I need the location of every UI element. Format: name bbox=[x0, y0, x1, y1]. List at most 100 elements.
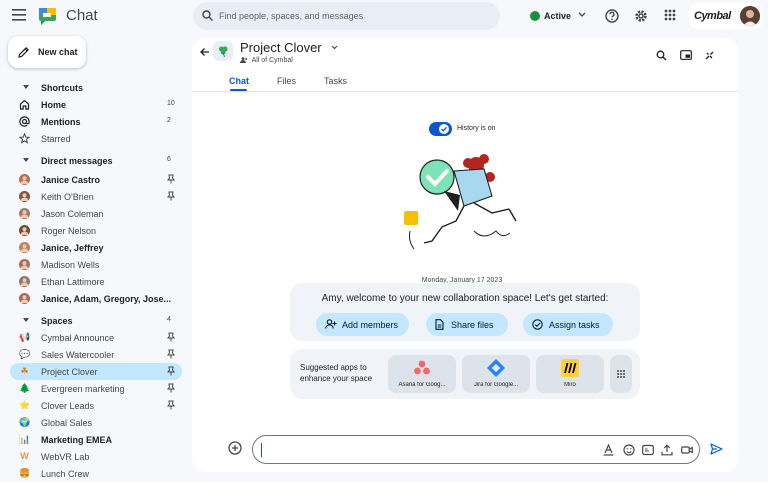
sidebar-item-label: Sales Watercooler bbox=[41, 350, 115, 360]
avatar bbox=[19, 208, 30, 219]
integrations-icon[interactable] bbox=[704, 50, 715, 61]
sidebar-item-label: Cymbal Announce bbox=[41, 333, 115, 343]
share-files-button[interactable]: Share files bbox=[426, 313, 508, 336]
upload-icon[interactable] bbox=[661, 444, 673, 456]
message-input[interactable] bbox=[252, 435, 700, 464]
task-icon bbox=[532, 319, 543, 330]
sidebar-item-label: Janice, Adam, Gregory, Jose... bbox=[41, 294, 171, 304]
search-in-space-icon[interactable] bbox=[656, 50, 667, 61]
pencil-icon bbox=[18, 46, 30, 58]
miro-icon bbox=[560, 358, 580, 378]
sidebar-space-sales-watercooler[interactable]: 💬 Sales Watercooler bbox=[10, 346, 182, 363]
pin-icon[interactable] bbox=[167, 191, 175, 201]
sidebar-dm-roger-nelson[interactable]: Roger Nelson bbox=[10, 222, 182, 239]
space-name[interactable]: Project Clover bbox=[240, 40, 322, 55]
pin-icon[interactable] bbox=[167, 366, 175, 376]
section-count: 4 bbox=[167, 316, 171, 323]
caret-down-icon bbox=[23, 158, 29, 162]
pin-icon[interactable] bbox=[167, 400, 175, 410]
sidebar-item-label: Madison Wells bbox=[41, 260, 100, 270]
pin-icon[interactable] bbox=[167, 332, 175, 342]
space-audience: All of Cymbal bbox=[251, 57, 293, 64]
chat-logo-icon[interactable] bbox=[37, 5, 59, 27]
asana-icon bbox=[412, 358, 432, 378]
text-caret bbox=[261, 443, 262, 457]
grid-icon bbox=[616, 369, 626, 379]
gif-icon[interactable] bbox=[642, 444, 654, 456]
asana-app-tile[interactable]: Asana for Goog... bbox=[388, 355, 456, 393]
add-members-label: Add members bbox=[342, 320, 399, 330]
sidebar-dm-ethan-lattimore[interactable]: Ethan Lattimore bbox=[10, 273, 182, 290]
sidebar-space-marketing-emea[interactable]: 📊 Marketing EMEA bbox=[10, 431, 182, 448]
sidebar-item-label: Roger Nelson bbox=[41, 226, 97, 236]
spaces-section-header[interactable]: Spaces 4 bbox=[0, 312, 192, 329]
avatar bbox=[19, 191, 30, 202]
format-text-icon[interactable] bbox=[603, 444, 614, 456]
add-members-button[interactable]: Add members bbox=[316, 313, 409, 336]
account-switcher[interactable]: Cymbal bbox=[689, 3, 762, 29]
welcome-illustration bbox=[404, 151, 524, 253]
shortcuts-section-header[interactable]: Shortcuts bbox=[0, 79, 192, 96]
history-label: History is on bbox=[457, 125, 496, 132]
sidebar-item-label: Mentions bbox=[41, 117, 81, 127]
video-call-icon[interactable] bbox=[681, 444, 693, 456]
group-icon bbox=[240, 57, 248, 63]
google-apps-grid-icon[interactable] bbox=[664, 9, 676, 21]
tab-chat[interactable]: Chat bbox=[229, 76, 249, 86]
main-menu-icon[interactable] bbox=[12, 9, 26, 21]
direct-messages-section-header[interactable]: Direct messages 6 bbox=[0, 152, 192, 169]
space-emoji-icon: 📢 bbox=[19, 332, 31, 342]
sidebar-space-cymbal-announce[interactable]: 📢 Cymbal Announce bbox=[10, 329, 182, 346]
sidebar-dm-janice-castro[interactable]: Janice Castro bbox=[10, 171, 182, 188]
file-icon bbox=[435, 319, 444, 330]
status-dot bbox=[530, 11, 540, 21]
sidebar-space-global-sales[interactable]: 🌍 Global Sales bbox=[10, 414, 182, 431]
add-plus-circle-icon[interactable] bbox=[228, 441, 242, 455]
sidebar-item-starred[interactable]: Starred bbox=[10, 130, 182, 147]
pin-icon[interactable] bbox=[167, 349, 175, 359]
search-placeholder: Find people, spaces, and messages bbox=[219, 11, 364, 21]
sidebar-item-label: Project Clover bbox=[41, 367, 98, 377]
unread-count: 10 bbox=[167, 100, 175, 107]
send-icon[interactable] bbox=[710, 443, 723, 455]
help-icon[interactable] bbox=[605, 9, 619, 23]
tab-files[interactable]: Files bbox=[277, 76, 296, 86]
status-selector[interactable]: Active bbox=[521, 4, 590, 28]
sidebar-space-clover-leads[interactable]: ⭐ Clover Leads bbox=[10, 397, 182, 414]
star-icon bbox=[19, 133, 30, 144]
emoji-icon[interactable] bbox=[623, 444, 635, 456]
search-bar[interactable]: Find people, spaces, and messages bbox=[193, 2, 500, 30]
sidebar-item-mentions[interactable]: Mentions 2 bbox=[10, 113, 182, 130]
picture-in-picture-icon[interactable] bbox=[680, 50, 692, 60]
sidebar-dm-janice-adam-gregory-jose[interactable]: Janice, Adam, Gregory, Jose... bbox=[10, 290, 182, 307]
sidebar-dm-keith-o-brien[interactable]: Keith O'Brien bbox=[10, 188, 182, 205]
sidebar-space-webvr-lab[interactable]: W WebVR Lab bbox=[10, 448, 182, 465]
more-apps-button[interactable] bbox=[610, 355, 632, 393]
back-arrow-icon[interactable] bbox=[200, 47, 210, 57]
sidebar-space-lunch-crew[interactable]: 🍔 Lunch Crew bbox=[10, 465, 182, 482]
sidebar-dm-janice-jeffrey[interactable]: Janice, Jeffrey bbox=[10, 239, 182, 256]
chevron-down-icon[interactable] bbox=[331, 45, 338, 50]
sidebar-item-label: Janice Castro bbox=[41, 175, 101, 185]
avatar bbox=[19, 259, 30, 270]
history-toggle[interactable] bbox=[429, 122, 452, 136]
suggested-apps-card: Suggested apps to enhance your space Asa… bbox=[290, 349, 640, 399]
tab-tasks[interactable]: Tasks bbox=[324, 76, 347, 86]
new-chat-button[interactable]: New chat bbox=[8, 36, 86, 68]
pin-icon[interactable] bbox=[167, 383, 175, 393]
caret-down-icon bbox=[23, 318, 29, 322]
jira-app-tile[interactable]: Jira for Google... bbox=[462, 355, 530, 393]
app-label: Jira for Google... bbox=[473, 382, 519, 388]
avatar bbox=[19, 242, 30, 253]
sidebar-item-home[interactable]: Home 10 bbox=[10, 96, 182, 113]
sidebar-item-label: Evergreen marketing bbox=[41, 384, 125, 394]
sidebar-dm-jason-coleman[interactable]: Jason Coleman bbox=[10, 205, 182, 222]
sidebar-space-evergreen-marketing[interactable]: 🌲 Evergreen marketing bbox=[10, 380, 182, 397]
settings-gear-icon[interactable] bbox=[634, 9, 648, 23]
pin-icon[interactable] bbox=[167, 174, 175, 184]
sidebar-dm-madison-wells[interactable]: Madison Wells bbox=[10, 256, 182, 273]
sidebar-space-project-clover[interactable]: ☘ Project Clover bbox=[10, 363, 182, 380]
sidebar-item-label: Keith O'Brien bbox=[41, 192, 94, 202]
miro-app-tile[interactable]: Miro bbox=[536, 355, 604, 393]
assign-tasks-button[interactable]: Assign tasks bbox=[523, 313, 613, 336]
